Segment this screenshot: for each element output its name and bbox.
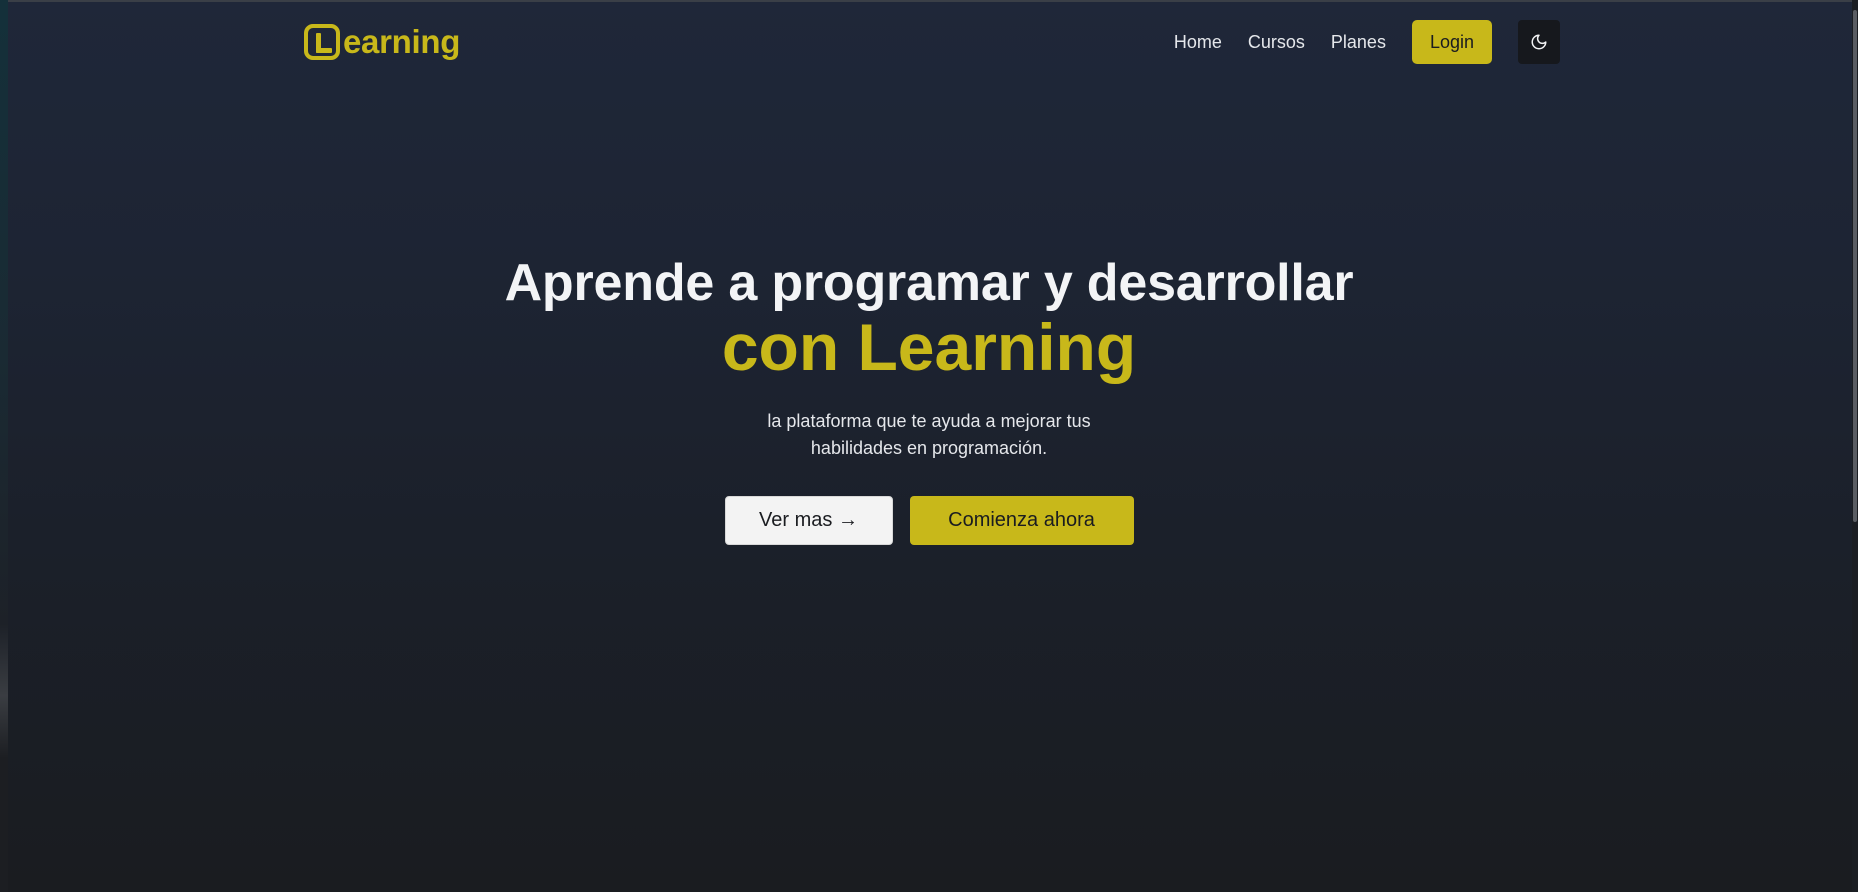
hero-actions: Ver mas → Comienza ahora [0, 496, 1858, 545]
logo-l-icon [304, 24, 340, 60]
window-top-border [0, 0, 1858, 2]
ver-mas-button[interactable]: Ver mas → [724, 496, 893, 545]
logo-link[interactable]: earning [304, 20, 460, 64]
login-button[interactable]: Login [1411, 20, 1492, 64]
comienza-ahora-button[interactable]: Comienza ahora [909, 496, 1134, 545]
theme-toggle-button[interactable] [1518, 20, 1560, 64]
hero-subtitle: la plataforma que te ayuda a mejorar tus… [767, 411, 1091, 458]
logo-text: earning [343, 23, 461, 60]
hero-accent-title: con Learning [721, 310, 1137, 384]
moon-icon [1531, 34, 1547, 50]
nav-link-planes[interactable]: Planes [1331, 32, 1386, 53]
nav-link-cursos[interactable]: Cursos [1248, 32, 1305, 53]
nav-links: Home Cursos Planes Login [1174, 20, 1560, 64]
hero-section: Aprende a programar y desarrollar con Le… [0, 248, 1858, 545]
nav-link-home[interactable]: Home [1174, 32, 1222, 53]
navbar: earning Home Cursos Planes Login [304, 20, 1560, 64]
hero-title: Aprende a programar y desarrollar [504, 254, 1354, 312]
